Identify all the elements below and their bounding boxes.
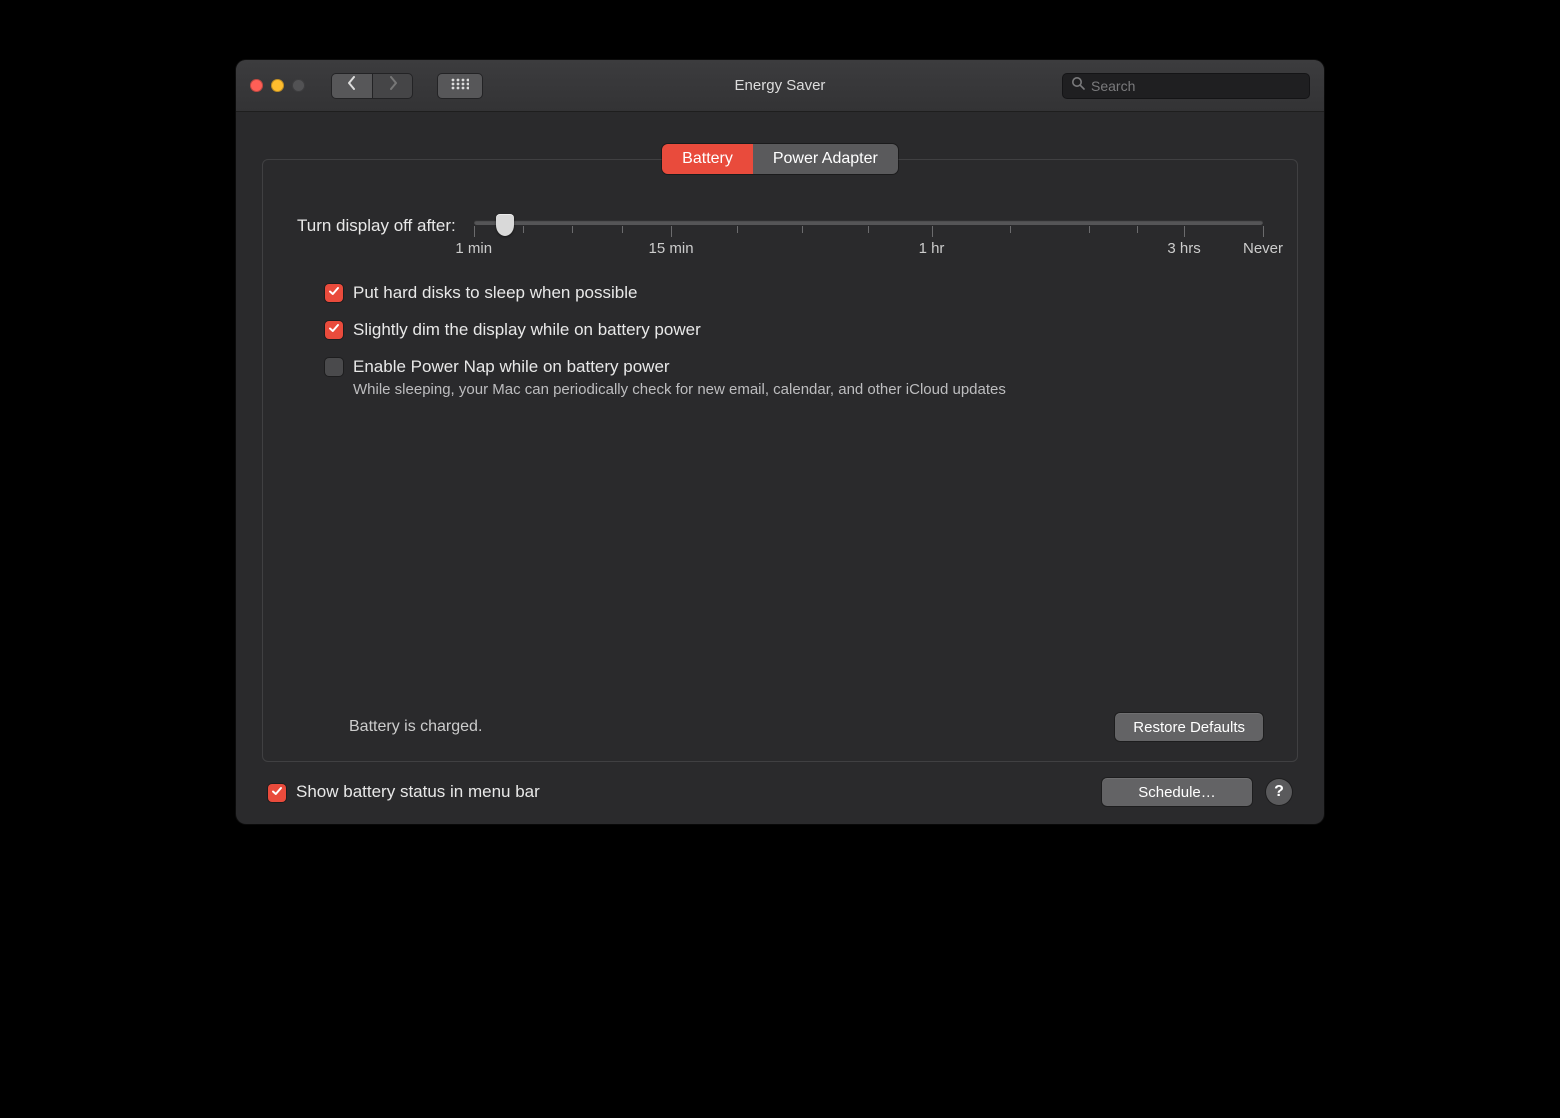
slider-thumb[interactable]: [496, 214, 514, 236]
segmented-control: Battery Power Adapter: [662, 144, 898, 174]
grid-icon: [451, 77, 469, 95]
check-hard-disks: Put hard disks to sleep when possible: [325, 282, 1263, 305]
nav-group: [331, 73, 413, 99]
tab-power-adapter[interactable]: Power Adapter: [753, 144, 898, 174]
checkbox-dim-display[interactable]: [325, 321, 343, 339]
traffic-lights: [250, 79, 305, 92]
maximize-button: [292, 79, 305, 92]
forward-button[interactable]: [372, 73, 413, 99]
restore-defaults-button[interactable]: Restore Defaults: [1115, 713, 1263, 741]
chevron-left-icon: [347, 76, 357, 95]
help-button[interactable]: ?: [1266, 779, 1292, 805]
preferences-window: Energy Saver Battery Power Adapter Turn …: [236, 60, 1324, 824]
checkmark-icon: [328, 321, 340, 339]
minimize-button[interactable]: [271, 79, 284, 92]
settings-panel: Turn display off after:: [262, 159, 1298, 762]
display-off-slider-row: Turn display off after:: [297, 216, 1263, 236]
help-icon: ?: [1274, 783, 1284, 801]
checkbox-hard-disks[interactable]: [325, 284, 343, 302]
check-power-nap: Enable Power Nap while on battery power …: [325, 356, 1263, 398]
back-button[interactable]: [331, 73, 372, 99]
panel-footer: Battery is charged. Restore Defaults: [297, 693, 1263, 741]
search-icon: [1071, 76, 1085, 95]
check-dim-display: Slightly dim the display while on batter…: [325, 319, 1263, 342]
show-all-button[interactable]: [437, 73, 483, 99]
check-hard-disks-label: Put hard disks to sleep when possible: [353, 282, 637, 305]
tick-label-never: Never: [1243, 240, 1283, 257]
content-area: Battery Power Adapter Turn display off a…: [236, 112, 1324, 824]
tick-label-3hrs: 3 hrs: [1167, 240, 1200, 257]
checkbox-menu-bar[interactable]: [268, 784, 286, 802]
titlebar: Energy Saver: [236, 60, 1324, 112]
tab-battery[interactable]: Battery: [662, 144, 753, 174]
bottom-row: Show battery status in menu bar Schedule…: [262, 762, 1298, 806]
tick-label-15min: 15 min: [649, 240, 694, 257]
check-power-nap-sub: While sleeping, your Mac can periodicall…: [353, 381, 1006, 398]
search-field[interactable]: [1062, 73, 1310, 99]
checkmark-icon: [271, 784, 283, 802]
schedule-button[interactable]: Schedule…: [1102, 778, 1252, 806]
tick-label-1min: 1 min: [455, 240, 492, 257]
close-button[interactable]: [250, 79, 263, 92]
tick-label-1hr: 1 hr: [919, 240, 945, 257]
checkbox-power-nap[interactable]: [325, 358, 343, 376]
slider-track: [474, 220, 1263, 225]
check-dim-display-label: Slightly dim the display while on batter…: [353, 319, 701, 342]
check-power-nap-label: Enable Power Nap while on battery power: [353, 356, 1006, 379]
checkbox-group: Put hard disks to sleep when possible Sl…: [325, 282, 1263, 398]
search-input[interactable]: [1091, 78, 1301, 94]
display-off-slider[interactable]: 1 min 15 min 1 hr 3 hrs Never: [474, 216, 1263, 225]
battery-status: Battery is charged.: [349, 718, 482, 736]
checkmark-icon: [328, 284, 340, 302]
check-menu-bar-label: Show battery status in menu bar: [296, 781, 540, 804]
slider-label: Turn display off after:: [297, 216, 456, 236]
chevron-right-icon: [388, 76, 398, 95]
